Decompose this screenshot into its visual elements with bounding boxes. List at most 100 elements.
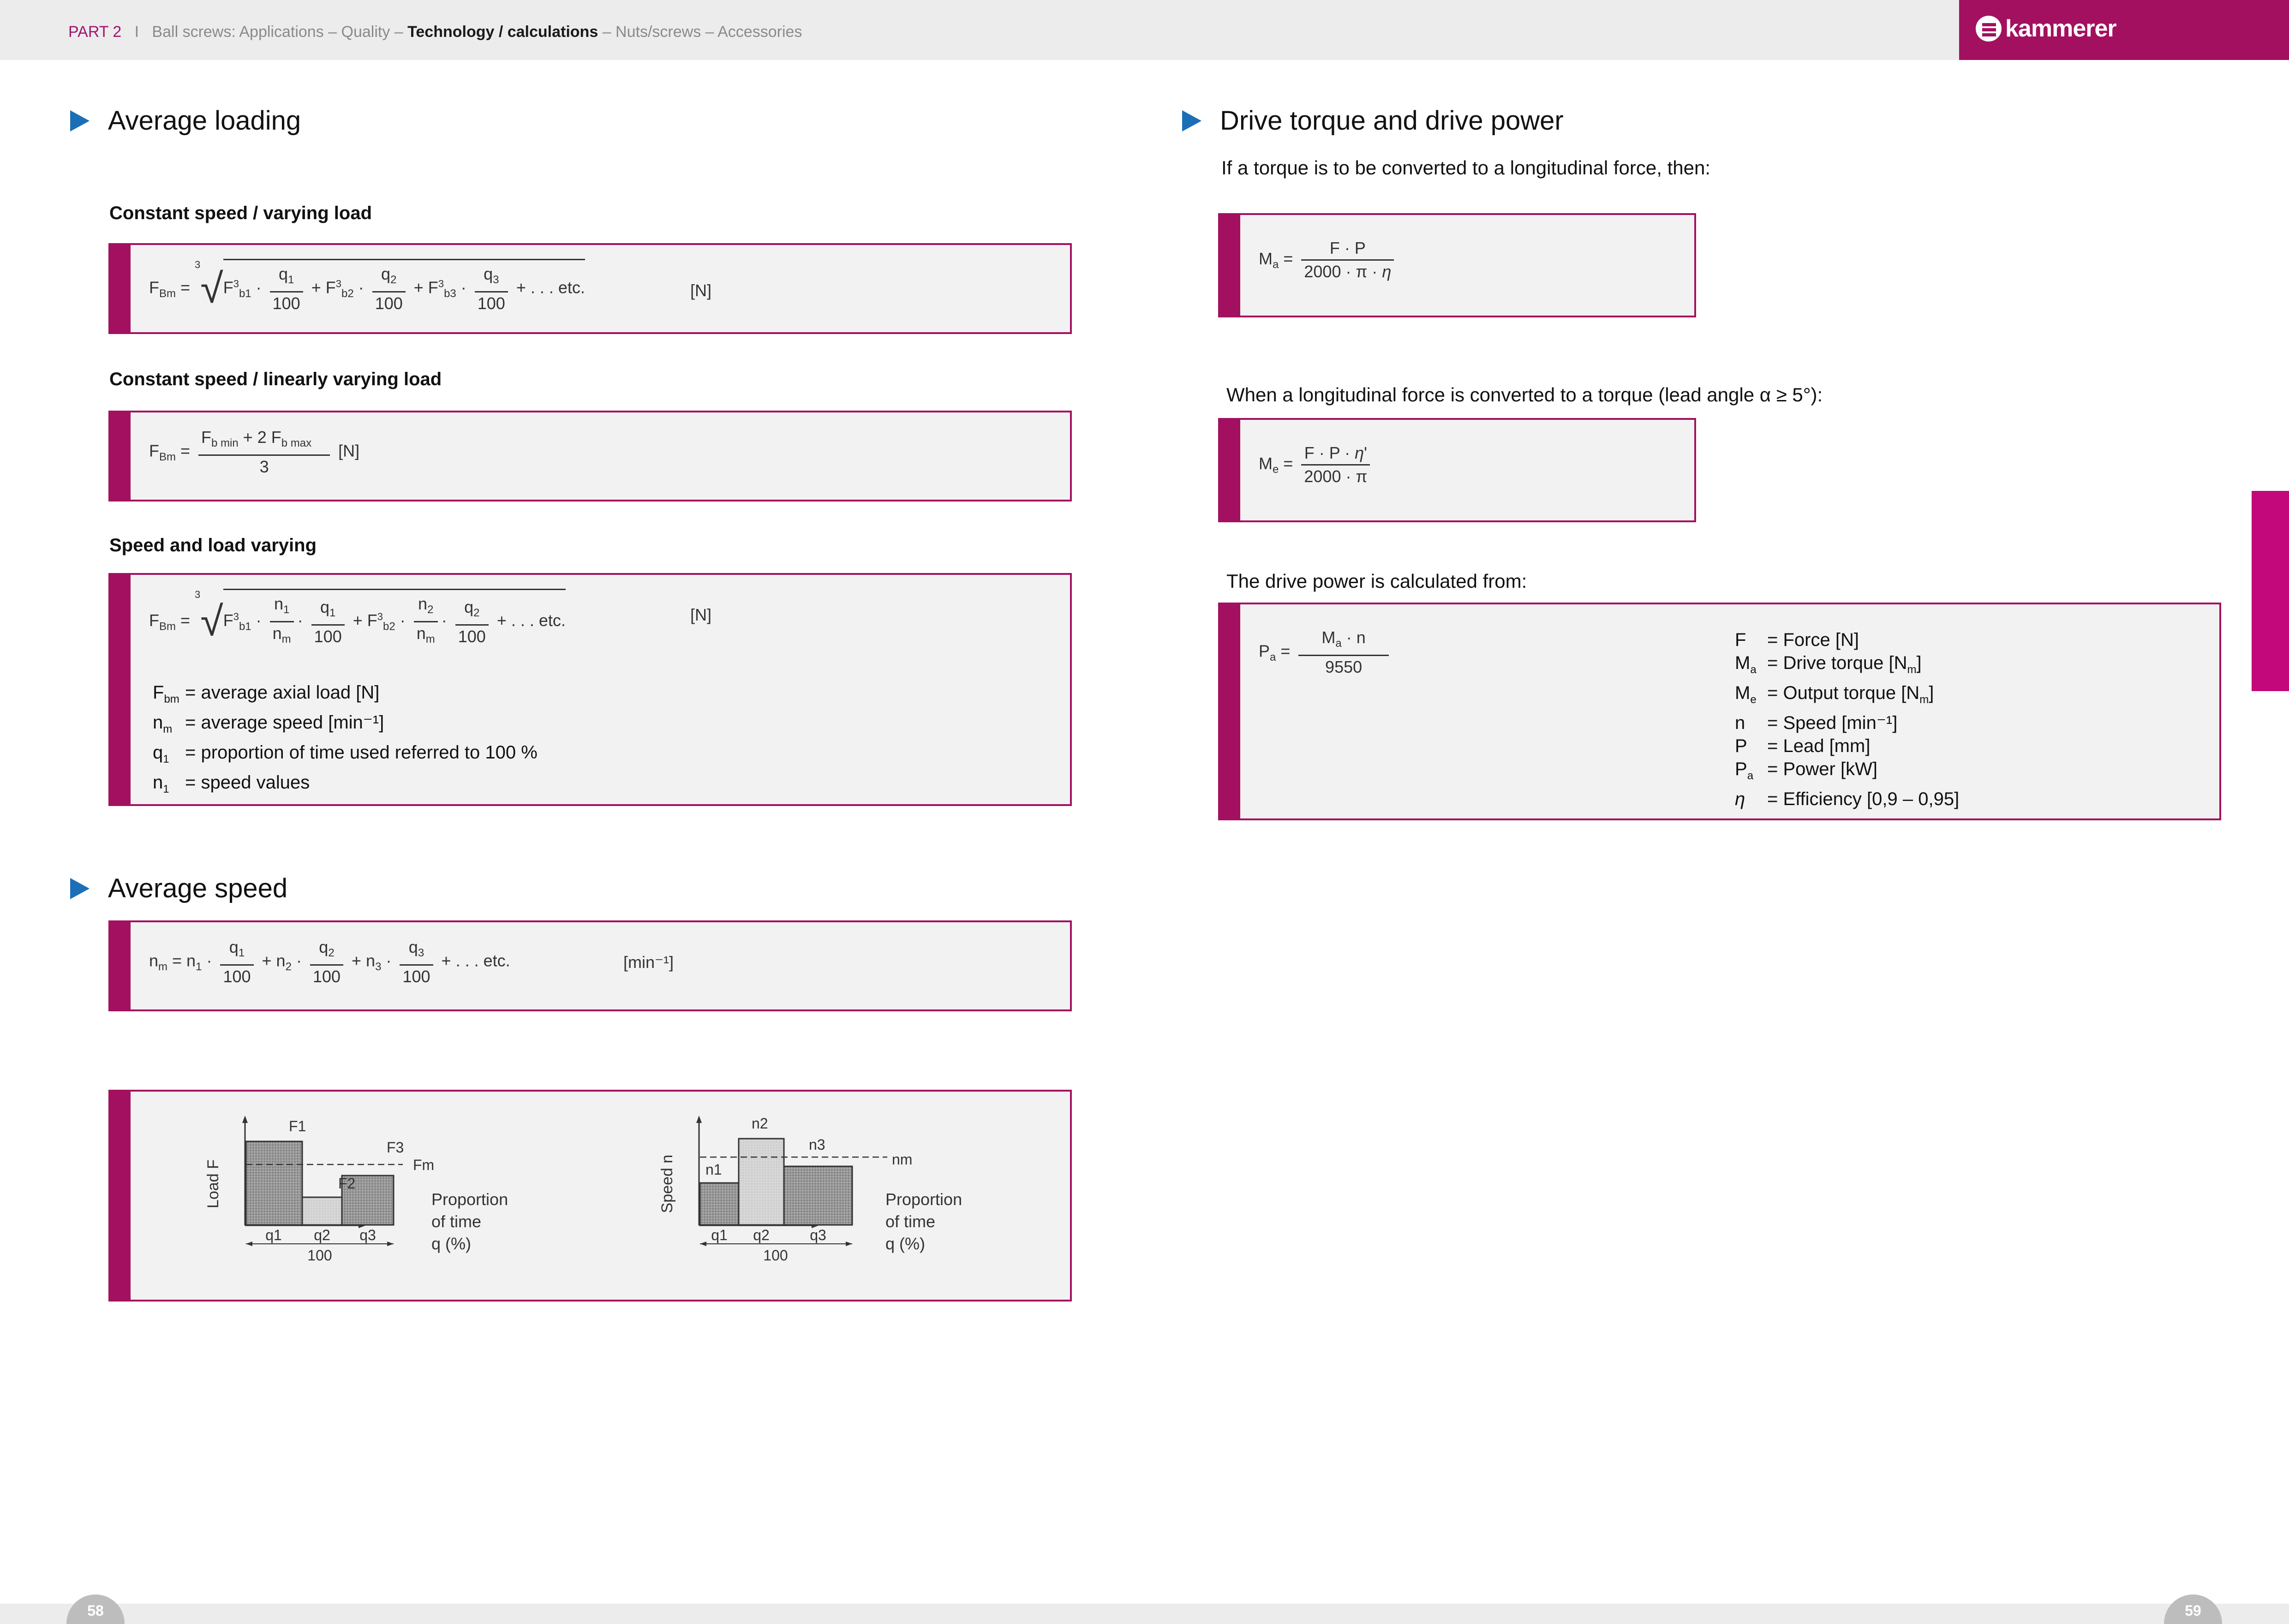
legend-average-loading: Fbm = average axial load [N] nm = average … [153,681,538,801]
heading-average-loading: Average loading [108,106,301,136]
breadcrumb-post: – Nuts/screws – Accessories [602,23,802,41]
formula-box-fbm-varying-load: FBm = 3√ F3b1 · q1 100 + F3b2 · q2 100 + F… [108,243,1072,334]
formula-me: Me = F · P · η' 2000 · π [1259,442,1374,488]
section-average-loading: Average loading [70,105,301,136]
subheading-constant-speed-varying-load: Constant speed / varying load [109,203,372,223]
bullet-triangle-icon [1182,110,1201,131]
step-diagrams: Load F F1 F2 F3 Fm q1 q2 q3 100 Proporti… [204,1115,962,1264]
label-total-100: 100 [307,1247,332,1264]
label-nm: nm [892,1151,912,1168]
label-fm: Fm [413,1157,434,1173]
label-f2: F2 [338,1175,355,1192]
chapter-tab [2252,491,2289,691]
page-footer [0,1604,2289,1624]
formula-ma: Ma = F · P 2000 · π · η [1259,237,1398,283]
label-n1: n1 [705,1161,722,1178]
formula-etc: + . . . etc. [441,951,510,970]
label-q2: q2 [314,1227,330,1243]
breadcrumb-current: Technology / calculations [407,23,598,41]
formula-unit-min: [min⁻¹] [623,953,674,972]
formula-fbm-linear: FBm = Fb min + 2 Fb max 3 [N] [149,426,359,478]
label-q2: q2 [753,1227,770,1243]
speed-bar-n3 [783,1165,853,1226]
label-q1: q1 [265,1227,282,1243]
legend-row: n1 = speed values [153,772,310,795]
load-bar-f2 [301,1196,343,1226]
legend-row: nm = average speed [min⁻¹] [153,712,384,735]
diagram-box: Load F F1 F2 F3 Fm q1 q2 q3 100 Proporti… [108,1090,1072,1302]
arrow-up-icon [242,1116,248,1123]
label-q-percent: q (%) [431,1234,471,1253]
heading-average-speed: Average speed [108,873,288,903]
formula-box-me: Me = F · P · η' 2000 · π [1218,418,1696,522]
label-f3: F3 [387,1139,404,1156]
bullet-triangle-icon [70,878,90,899]
arrow-up-icon [696,1116,702,1123]
arrow-right-icon [387,1242,394,1246]
load-y-label: Load F [204,1159,222,1208]
section-drive-torque: Drive torque and drive power [1182,105,1564,136]
label-n2: n2 [752,1115,768,1132]
formula-unit: [N] [338,441,360,460]
label-q-percent: q (%) [885,1234,925,1253]
subheading-speed-load-varying: Speed and load varying [109,535,317,555]
page-header: PART 2 I Ball screws: Applications – Qua… [0,0,2289,60]
label-of-time: of time [885,1212,935,1231]
label-of-time: of time [431,1212,481,1231]
formula-unit: [N] [690,281,712,300]
load-bar-f1 [245,1140,303,1226]
formula-fbm-speed-load: FBm = 3√ F3b1 · n1 nm · q1 100 + F3b2 · n2 n… [149,589,566,651]
formula-box-fbm-speed-load: FBm = 3√ F3b1 · n1 nm · q1 100 + F3b2 · n2 n… [108,573,1072,806]
legend-row: Pa = Power [kW] [1735,759,1877,782]
brand-logo: kammerer [1959,0,2289,60]
legend-row: P = Lead [mm] [1735,736,1871,756]
arrow-left-icon [700,1242,706,1246]
formula-unit: [N] [690,605,712,624]
load-chart: Load F F1 F2 F3 Fm q1 q2 q3 100 Proporti… [204,1116,508,1264]
label-q1: q1 [711,1227,728,1243]
breadcrumb: PART 2 I Ball screws: Applications – Qua… [68,23,802,41]
legend-row: F = Force [N] [1735,630,1859,650]
logo-mark-icon [1976,16,2002,42]
legend-row: n = Speed [min⁻¹] [1735,713,1898,733]
label-proportion: Proportion [885,1190,962,1209]
page-number-left: 58 [66,1594,125,1624]
legend-row: Me = Output torque [Nm] [1735,683,1934,706]
formula-box-ma: Ma = F · P 2000 · π · η [1218,213,1696,317]
legend-row: Fbm = average axial load [N] [153,682,380,705]
page-number-right: 59 [2164,1594,2222,1624]
legend-drive-power: F = Force [N] Ma = Drive torque [Nm] Me = O… [1735,628,1959,811]
breadcrumb-separator: I [134,23,139,41]
speed-y-label: Speed n [658,1155,676,1213]
subheading-linearly-varying-load: Constant speed / linearly varying load [109,369,442,389]
heading-drive-torque: Drive torque and drive power [1220,106,1564,136]
label-q3: q3 [810,1227,826,1243]
label-proportion: Proportion [431,1190,508,1209]
arrow-left-icon [246,1242,252,1246]
legend-row: q1 = proportion of time used referred to … [153,742,538,765]
legend-row: η = Efficiency [0,9 – 0,95] [1735,789,1960,809]
section-average-speed: Average speed [70,873,287,904]
torque-text: When a longitudinal force is converted t… [1226,384,1823,406]
speed-bar-n2 [738,1138,785,1226]
speed-bar-n1 [699,1182,740,1226]
breadcrumb-pre: Ball screws: Applications – Quality – [152,23,403,41]
breadcrumb-part: PART 2 [68,23,122,41]
power-text: The drive power is calculated from: [1226,570,1527,592]
label-n3: n3 [809,1136,825,1153]
formula-pa: Pa = Ma · n 9550 [1259,627,1393,678]
formula-etc: + . . . etc. [496,611,566,630]
formula-fbm-cubic-root: FBm = 3√ F3b1 · q1 100 + F3b2 · q2 100 + F… [149,259,585,315]
speed-chart: Speed n n1 n2 n3 nm q1 q2 q3 100 Proport… [658,1115,962,1264]
formula-etc: + . . . etc. [516,278,585,297]
label-q3: q3 [359,1227,376,1243]
legend-row: Ma = Drive torque [Nm] [1735,653,1922,676]
arrow-right-icon [846,1242,852,1246]
formula-box-fbm-linear-load: FBm = Fb min + 2 Fb max 3 [N] [108,411,1072,502]
formula-box-nm: nm = n1 · q1 100 + n2 · q2 100 + n3 · q3 10… [108,920,1072,1011]
logo-text: kammerer [2005,15,2117,42]
formula-box-pa: Pa = Ma · n 9550 F = Force [N] Ma = Drive t… [1218,603,2221,820]
formula-nm: nm = n1 · q1 100 + n2 · q2 100 + n3 · q3 10… [149,936,510,988]
label-total-100: 100 [763,1247,788,1264]
label-f1: F1 [289,1118,306,1134]
